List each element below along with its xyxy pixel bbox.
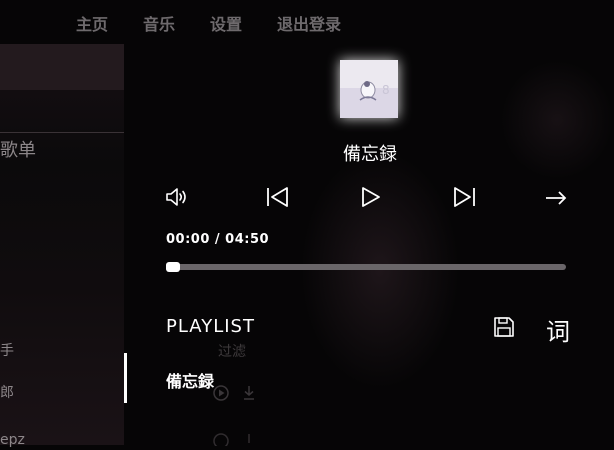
album-art-image: 8 [340,60,398,118]
sidebar-item-1: 手 [0,343,14,359]
nav-home[interactable]: 主页 [76,11,108,35]
ghost-play-download-icon [213,433,250,449]
ghost-row-icons [213,384,257,406]
arrow-right-icon [546,191,567,205]
previous-button[interactable] [265,186,291,212]
progress-bar[interactable] [166,262,566,272]
play-icon [362,187,380,207]
play-button[interactable] [360,186,384,212]
ghost-play-download-icon [213,385,254,401]
sidebar-item-2: 郎 [0,385,14,401]
skip-next-icon [454,187,475,207]
save-icon [494,317,514,337]
time-display: 00:00 / 04:50 [166,232,270,247]
progress-handle[interactable] [166,262,180,272]
album-cover: 8 [340,60,398,118]
ghost-row-icons-2 [213,432,257,450]
sidebar-heading: 歌单 [0,140,36,161]
background-sidebar [0,44,124,445]
sidebar-header-band [0,44,124,90]
lyrics-button[interactable]: 词 [546,312,570,347]
song-title: 備忘録 [343,144,397,165]
sidebar-divider [0,132,124,133]
filter-label: 过滤 [218,344,246,360]
volume-icon [166,188,186,206]
nav-logout[interactable]: 退出登录 [277,11,341,35]
svg-text:8: 8 [382,83,390,97]
active-item-indicator [124,353,127,403]
playlist-title: PLAYLIST [166,316,255,337]
nav-settings[interactable]: 设置 [210,11,242,35]
background-glow-right [500,60,614,180]
nav-music[interactable]: 音乐 [143,11,175,35]
skip-previous-icon [267,187,288,207]
top-nav: 主页 音乐 设置 退出登录 [0,0,614,44]
volume-button[interactable] [164,186,190,212]
play-mode-button[interactable] [544,188,568,212]
save-playlist-button[interactable] [492,315,516,343]
playlist-item[interactable]: 備忘録 [166,368,214,392]
sidebar-item-3: epz [0,432,25,448]
next-button[interactable] [452,186,478,212]
